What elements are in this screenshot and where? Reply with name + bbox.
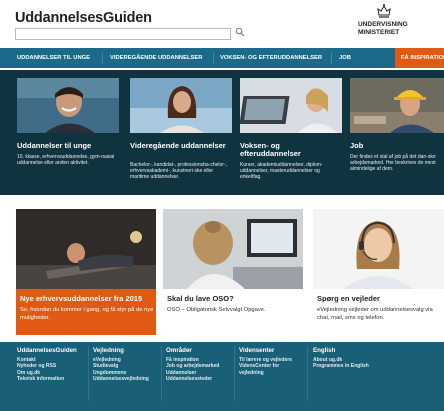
- card-title: Spørg en vejleder: [317, 294, 380, 303]
- footer-column-omraader: Områder Få inspiration Job og arbejdsmar…: [166, 347, 219, 383]
- tile-description: Bachelor-, kandidat-, professionsba-chel…: [130, 162, 227, 180]
- nav-item-unge[interactable]: UDDANNELSER TIL UNGE: [11, 48, 96, 68]
- feature-band: Uddannelser til unge 10. klasse, erhverv…: [0, 70, 444, 195]
- tile-title: Job: [350, 141, 364, 150]
- nav-item-videregaaende[interactable]: VIDEREGÅENDE UDDANNELSER: [104, 48, 208, 68]
- footer-column-ug: UddannelsesGuiden Kontakt Nyheder og RSS…: [17, 347, 77, 383]
- nav-item-inspiration[interactable]: FÅ INSPIRATION: [395, 48, 444, 68]
- site-logo[interactable]: UddannelsesGuiden: [15, 10, 152, 26]
- footer-link[interactable]: vejledning: [239, 370, 292, 376]
- crown-icon: [377, 4, 391, 18]
- footer-link[interactable]: Uddannelsessteder: [166, 376, 219, 382]
- nav-item-voksen[interactable]: VOKSEN- OG EFTERUDDANNELSER: [214, 48, 328, 68]
- footer-column-videncenter: Vidensenter Til lærere og vejledere Vide…: [239, 347, 292, 376]
- footer-column-vejledning: Vejledning eVejledning Studievalg Ungdom…: [93, 347, 149, 383]
- card-description: OSO – Obligatorisk Selvvalgt Opgave.: [167, 307, 266, 313]
- tile-job[interactable]: Job Der findes et stal af job på det dan…: [350, 78, 444, 193]
- footer-link[interactable]: Job og arbejdsmarked: [166, 363, 219, 369]
- search-input[interactable]: [15, 28, 231, 40]
- footer-heading[interactable]: English: [313, 347, 369, 354]
- tile-image-woman: [130, 78, 232, 133]
- tile-voksen[interactable]: Voksen- og efteruddannelser Kurser, akad…: [240, 78, 342, 193]
- tile-title: Videregående uddannelser: [130, 141, 226, 150]
- ministry-logo[interactable]: UNDERVISNING MINISTERIET: [356, 3, 444, 43]
- footer-link[interactable]: Uddannelsesvejledning: [93, 376, 149, 382]
- card-oso[interactable]: Skal du lave OSO? OSO – Obligatorisk Sel…: [163, 209, 303, 335]
- card-image-headset: [313, 209, 444, 289]
- ministry-line-2: MINISTERIET: [358, 28, 400, 36]
- footer-divider: [234, 346, 235, 401]
- footer-link[interactable]: Programmes in English: [313, 363, 369, 369]
- tile-description: 10. klasse, erhvervsuddannelse, gym-nasi…: [17, 154, 115, 166]
- ministry-line-1: UNDERVISNING: [358, 21, 408, 28]
- tile-description: Der findes et stal af job på det dan-ske…: [350, 154, 436, 172]
- tile-videregaaende[interactable]: Videregående uddannelser Bachelor-, kand…: [130, 78, 232, 193]
- card-erhvervsuddannelser[interactable]: Nye erhvervsuddannelser fra 2015 Se, hvo…: [16, 209, 156, 335]
- site-footer: UddannelsesGuiden Kontakt Nyheder og RSS…: [0, 342, 444, 411]
- card-description: Se, hvordan du kommer i gang, og få styr…: [20, 307, 154, 321]
- tile-image-worker: [350, 78, 444, 133]
- footer-divider: [161, 346, 162, 401]
- tile-unge[interactable]: Uddannelser til unge 10. klasse, erhverv…: [17, 78, 119, 193]
- ministry-name: UNDERVISNING MINISTERIET: [358, 21, 408, 36]
- footer-heading[interactable]: Vejledning: [93, 347, 149, 354]
- footer-divider: [307, 346, 308, 401]
- card-description: eVejledning vejleder om uddannelsesvalg …: [317, 307, 433, 321]
- tile-image-student: [17, 78, 119, 133]
- site-header: UddannelsesGuiden UNDERVISNING MINISTERI…: [0, 0, 444, 46]
- card-vejleder[interactable]: Spørg en vejleder eVejledning vejleder o…: [313, 209, 444, 335]
- footer-divider: [88, 346, 89, 401]
- footer-heading[interactable]: Områder: [166, 347, 219, 354]
- nav-item-job[interactable]: JOB: [333, 48, 357, 68]
- tile-image-laptop: [240, 78, 342, 133]
- tile-title: Uddannelser til unge: [17, 141, 92, 150]
- card-title: Nye erhvervsuddannelser fra 2015: [20, 294, 143, 303]
- card-image-workshop: [16, 209, 156, 289]
- main-nav: UDDANNELSER TIL UNGE VIDEREGÅENDE UDDANN…: [0, 48, 444, 68]
- tile-description: Kurser, akademiuddannelser, diplom-uddan…: [240, 162, 323, 180]
- footer-heading[interactable]: UddannelsesGuiden: [17, 347, 77, 354]
- nav-divider: [331, 52, 332, 64]
- footer-heading[interactable]: Vidensenter: [239, 347, 292, 354]
- footer-link[interactable]: Teknisk information: [17, 376, 77, 382]
- nav-divider: [102, 52, 103, 64]
- search-icon[interactable]: [235, 27, 245, 37]
- card-image-computer: [163, 209, 303, 289]
- tile-title: Voksen- og efteruddannelser: [240, 141, 301, 158]
- footer-column-english: English About ug.dk Programmes in Englis…: [313, 347, 369, 370]
- card-title: Skal du lave OSO?: [167, 294, 234, 303]
